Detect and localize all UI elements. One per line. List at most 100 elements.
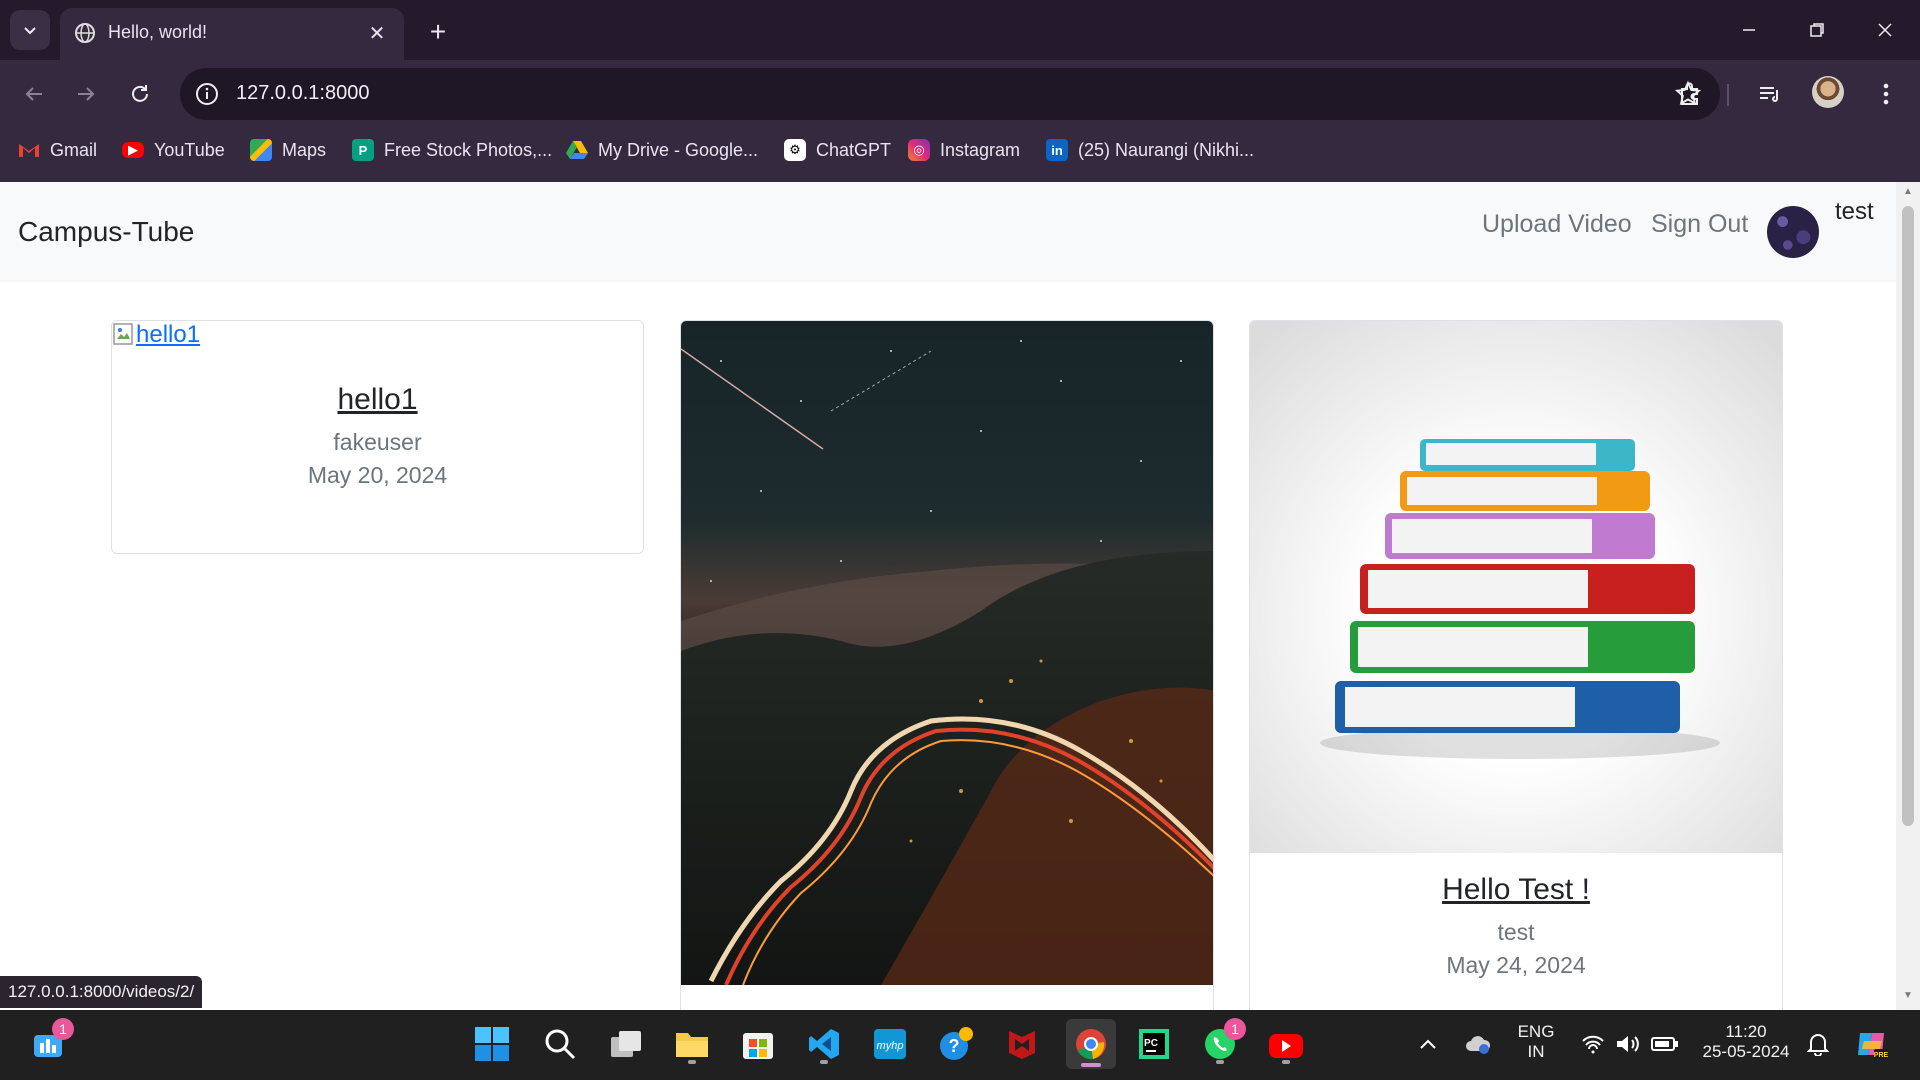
show-hidden-icons-button[interactable] (1408, 1022, 1448, 1066)
running-indicator (1216, 1060, 1224, 1064)
restore-icon (1810, 23, 1824, 37)
bookmark-chatgpt[interactable]: ⚙ ChatGPT (784, 136, 891, 164)
video-card[interactable]: hello1 hello1 fakeuser May 20, 2024 (111, 320, 644, 554)
address-bar-url[interactable]: 127.0.0.1:8000 (236, 82, 369, 105)
restore-button[interactable] (1792, 8, 1842, 52)
notifications-button[interactable] (1800, 1022, 1836, 1066)
youtube-app-button[interactable] (1264, 1022, 1308, 1066)
toolbar-separator (1727, 84, 1729, 106)
tab-close-button[interactable]: ✕ (364, 20, 390, 46)
bookmark-gmail[interactable]: Gmail (18, 136, 97, 164)
mcafee-button[interactable] (1000, 1022, 1044, 1066)
scroll-down-arrow-icon[interactable]: ▼ (1902, 990, 1914, 1002)
tab-search-button[interactable] (10, 10, 50, 50)
bookmark-maps[interactable]: Maps (250, 136, 326, 164)
media-queue-icon (1760, 87, 1778, 102)
close-icon (1878, 23, 1892, 37)
browser-menu-button[interactable] (1866, 74, 1906, 114)
reload-button[interactable] (120, 74, 160, 114)
bookmarks-bar: Gmail ▶ YouTube Maps P Free Stock Photos… (0, 130, 1920, 170)
instagram-icon: ◎ (908, 139, 930, 161)
vscode-button[interactable] (802, 1022, 846, 1066)
bookmark-stock-photos[interactable]: P Free Stock Photos,... (352, 136, 552, 164)
profile-avatar[interactable] (1812, 76, 1844, 108)
get-help-button[interactable]: ? (934, 1022, 978, 1066)
chatgpt-icon: ⚙ (784, 139, 806, 161)
video-thumbnail-broken[interactable]: hello1 (112, 321, 200, 349)
task-view-icon (611, 1031, 641, 1057)
start-button[interactable] (470, 1022, 514, 1066)
microsoft-store-button[interactable] (736, 1022, 780, 1066)
video-author: test (1497, 919, 1535, 945)
scroll-up-arrow-icon[interactable]: ▲ (1902, 186, 1914, 198)
google-drive-icon (566, 139, 588, 161)
close-window-button[interactable] (1860, 8, 1910, 52)
video-title-link[interactable]: Hello Test ! (1250, 873, 1782, 907)
chevron-down-icon (24, 27, 36, 35)
broken-image-icon (113, 323, 133, 345)
copilot-button[interactable]: PRE (1850, 1022, 1894, 1066)
browser-tab-active[interactable]: Hello, world! ✕ (60, 8, 404, 60)
browser-chrome: Hello, world! ✕ + 127.0.0.1:8000 Gmail ▶… (0, 0, 1920, 182)
video-date: May 24, 2024 (1446, 952, 1586, 978)
windows-logo-icon (475, 1027, 509, 1061)
youtube-icon: ▶ (122, 142, 144, 158)
video-date: May 20, 2024 (307, 462, 448, 488)
thumbnail-alt-text: hello1 (136, 321, 201, 348)
video-card[interactable] (680, 320, 1214, 1010)
sign-out-link[interactable]: Sign Out (1651, 210, 1748, 239)
onedrive-button[interactable] (1458, 1022, 1498, 1066)
video-title-link[interactable]: hello1 (112, 383, 643, 417)
tab-title: Hello, world! (108, 22, 208, 42)
user-avatar[interactable] (1767, 206, 1819, 258)
whatsapp-button[interactable]: 1 (1198, 1018, 1246, 1066)
pycharm-button[interactable]: PC (1132, 1022, 1176, 1066)
bookmark-label: (25) Naurangi (Nikhi... (1078, 139, 1255, 160)
store-icon (743, 1033, 773, 1059)
battery-icon (1651, 1037, 1678, 1051)
extensions-button[interactable] (1670, 74, 1710, 114)
widgets-badge: 1 (52, 1018, 74, 1040)
copilot-icon: PRE (1858, 1033, 1889, 1059)
search-button[interactable] (538, 1022, 582, 1066)
more-vertical-icon (1883, 83, 1889, 105)
bookmark-label: Maps (282, 139, 327, 160)
maps-icon (250, 139, 272, 161)
clock[interactable]: 11:20 25-05-2024 (1696, 1022, 1796, 1062)
language-indicator[interactable]: ENG IN (1508, 1022, 1564, 1062)
chrome-icon (1076, 1029, 1106, 1060)
chrome-button[interactable] (1066, 1019, 1116, 1069)
task-view-button[interactable] (604, 1022, 648, 1066)
site-info-icon[interactable] (194, 81, 220, 107)
forward-button[interactable] (66, 74, 106, 114)
link-status-bar: 127.0.0.1:8000/videos/2/ (0, 976, 203, 1008)
mcafee-icon (1009, 1031, 1035, 1059)
site-brand[interactable]: Campus-Tube (18, 216, 194, 248)
site-navbar: Campus-Tube Upload Video Sign Out test (0, 182, 1896, 282)
bookmark-label: My Drive - Google... (598, 139, 759, 160)
address-bar[interactable]: 127.0.0.1:8000 (180, 68, 1720, 120)
bookmark-google-drive[interactable]: My Drive - Google... (566, 136, 758, 164)
bookmark-youtube[interactable]: ▶ YouTube (122, 136, 225, 164)
media-controls-button[interactable] (1750, 74, 1790, 114)
upload-video-link[interactable]: Upload Video (1482, 210, 1632, 239)
quick-settings-button[interactable] (1570, 1022, 1690, 1066)
widgets-button[interactable]: 1 (26, 1018, 74, 1066)
running-indicator (820, 1060, 828, 1064)
bookmark-linkedin[interactable]: in (25) Naurangi (Nikhi... (1046, 136, 1254, 164)
svg-text:PC: PC (1144, 1038, 1158, 1049)
windows-taskbar: 1 myhp ? PC 1 ENG IN 11:20 25-05-2024 PR… (0, 1010, 1920, 1080)
page-scrollbar[interactable]: ▲ ▼ (1896, 182, 1920, 1010)
file-explorer-button[interactable] (670, 1022, 714, 1066)
video-card[interactable]: Hello Test ! test May 24, 2024 (1249, 320, 1783, 1010)
new-tab-button[interactable]: + (420, 14, 456, 50)
minimize-button[interactable] (1724, 8, 1774, 52)
browser-toolbar: 127.0.0.1:8000 (0, 60, 1920, 128)
svg-text:PRE: PRE (1874, 1052, 1889, 1059)
back-button[interactable] (14, 74, 54, 114)
scrollbar-thumb[interactable] (1902, 206, 1914, 826)
myhp-button[interactable]: myhp (868, 1022, 912, 1066)
video-thumbnail[interactable] (681, 321, 1214, 985)
video-thumbnail[interactable] (1250, 321, 1783, 853)
bookmark-instagram[interactable]: ◎ Instagram (908, 136, 1020, 164)
